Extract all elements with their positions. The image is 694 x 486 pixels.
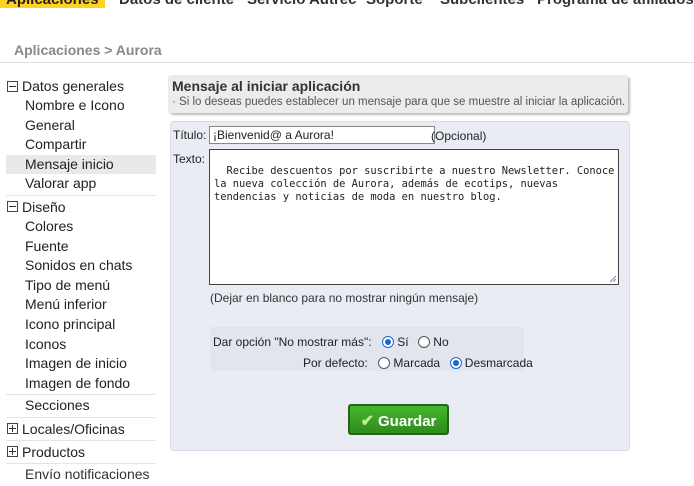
radio-yes-label: Sí <box>397 335 409 349</box>
hint-text: (Dejar en blanco para no mostrar ningún … <box>210 291 479 305</box>
collapse-icon[interactable] <box>7 80 18 92</box>
radio-marcada-label: Marcada <box>393 356 441 370</box>
option-label: Dar opción "No mostrar más": <box>213 335 372 349</box>
section-header: Mensaje al iniciar aplicación · Si lo de… <box>168 75 628 113</box>
tab-afiliados[interactable]: Programa de afiliados <box>537 0 694 8</box>
section-title: Mensaje al iniciar aplicación <box>172 78 361 94</box>
tab-soporte[interactable]: Soporte <box>366 0 423 8</box>
radio-marcada[interactable] <box>378 357 391 369</box>
tab-subclientes[interactable]: Subclientes <box>440 0 524 8</box>
sidebar-divider <box>6 394 156 396</box>
sidebar-item-menu-inferior[interactable]: Menú inferior <box>6 295 156 315</box>
sidebar-item-mensaje-inicio[interactable]: Mensaje inicio <box>6 154 156 175</box>
sidebar-divider <box>6 194 156 196</box>
sidebar-item-icono-principal[interactable]: Icono principal <box>6 315 156 335</box>
sidebar-item-tipo-menu[interactable]: Tipo de menú <box>6 276 156 296</box>
radio-no[interactable] <box>418 336 431 348</box>
sidebar-item-imagen-fondo[interactable]: Imagen de fondo <box>6 374 156 394</box>
sidebar-item-colores[interactable]: Colores <box>6 217 156 237</box>
sidebar-item-imagen-inicio[interactable]: Imagen de inicio <box>6 354 156 374</box>
sidebar-item-iconos[interactable]: Iconos <box>6 335 156 355</box>
sidebar-item-envio-notificaciones[interactable]: Envío notificaciones <box>6 465 156 485</box>
divider <box>0 62 694 63</box>
expand-icon[interactable] <box>7 423 18 435</box>
sidebar-divider <box>6 439 156 441</box>
sidebar-item-general[interactable]: General <box>6 116 156 136</box>
title-label: Título: <box>173 128 207 142</box>
radio-desmarcada[interactable] <box>449 357 462 369</box>
sidebar-divider <box>6 462 156 464</box>
radio-desmarcada-label: Desmarcada <box>464 356 533 370</box>
sidebar-item-nombre-icono[interactable]: Nombre e Icono <box>6 96 156 116</box>
resize-handle-icon[interactable] <box>609 275 617 283</box>
sidebar-item-secciones[interactable]: Secciones <box>6 396 156 416</box>
expand-icon[interactable] <box>7 446 18 458</box>
sidebar-divider <box>6 416 156 418</box>
optional-note: (Opcional) <box>431 129 487 143</box>
collapse-icon[interactable] <box>7 201 18 213</box>
sidebar: Datos generales Nombre e Icono General C… <box>6 76 156 485</box>
sidebar-group-label: Diseño <box>22 198 66 215</box>
tab-aplicaciones[interactable]: Aplicaciones <box>0 0 105 8</box>
sidebar-item-compartir[interactable]: Compartir <box>6 135 156 155</box>
radio-no-label: No <box>433 335 449 349</box>
breadcrumb: Aplicaciones > Aurora <box>14 42 162 58</box>
message-textarea[interactable]: Recibe descuentos por suscribirte a nues… <box>209 149 619 285</box>
option-row: Dar opción "No mostrar más": Sí No <box>213 335 449 349</box>
sidebar-item-sonidos[interactable]: Sonidos en chats <box>6 256 156 276</box>
sidebar-group-datos-generales[interactable]: Datos generales <box>6 76 156 96</box>
sidebar-group-locales[interactable]: Locales/Oficinas <box>6 419 156 439</box>
text-label: Texto: <box>173 152 206 166</box>
check-icon: ✔ <box>360 413 375 430</box>
sidebar-group-label: Datos generales <box>22 78 124 94</box>
tab-servicio[interactable]: Servicio Autrec <box>247 0 357 8</box>
save-button[interactable]: ✔ Guardar <box>348 404 449 435</box>
title-input[interactable]: ¡Bienvenid@ a Aurora! <box>209 126 435 144</box>
top-nav: Aplicaciones Datos de cliente Servicio A… <box>0 0 694 24</box>
sidebar-group-diseno[interactable]: Diseño <box>6 197 156 217</box>
sidebar-item-fuente[interactable]: Fuente <box>6 237 156 257</box>
sidebar-group-label: Productos <box>22 443 86 460</box>
sidebar-group-productos[interactable]: Productos <box>6 442 156 462</box>
default-label: Por defecto: <box>303 356 368 370</box>
message-text: Recibe descuentos por suscribirte a nues… <box>214 165 615 203</box>
sidebar-item-valorar-app[interactable]: Valorar app <box>6 174 156 194</box>
tab-datos-cliente[interactable]: Datos de cliente <box>119 0 234 8</box>
sidebar-group-label: Locales/Oficinas <box>22 420 125 437</box>
radio-yes[interactable] <box>382 336 395 348</box>
save-label: Guardar <box>378 413 437 430</box>
section-subtitle: · Si lo deseas puedes establecer un mens… <box>172 96 626 108</box>
default-row: Por defecto: Marcada Desmarcada <box>303 356 533 370</box>
